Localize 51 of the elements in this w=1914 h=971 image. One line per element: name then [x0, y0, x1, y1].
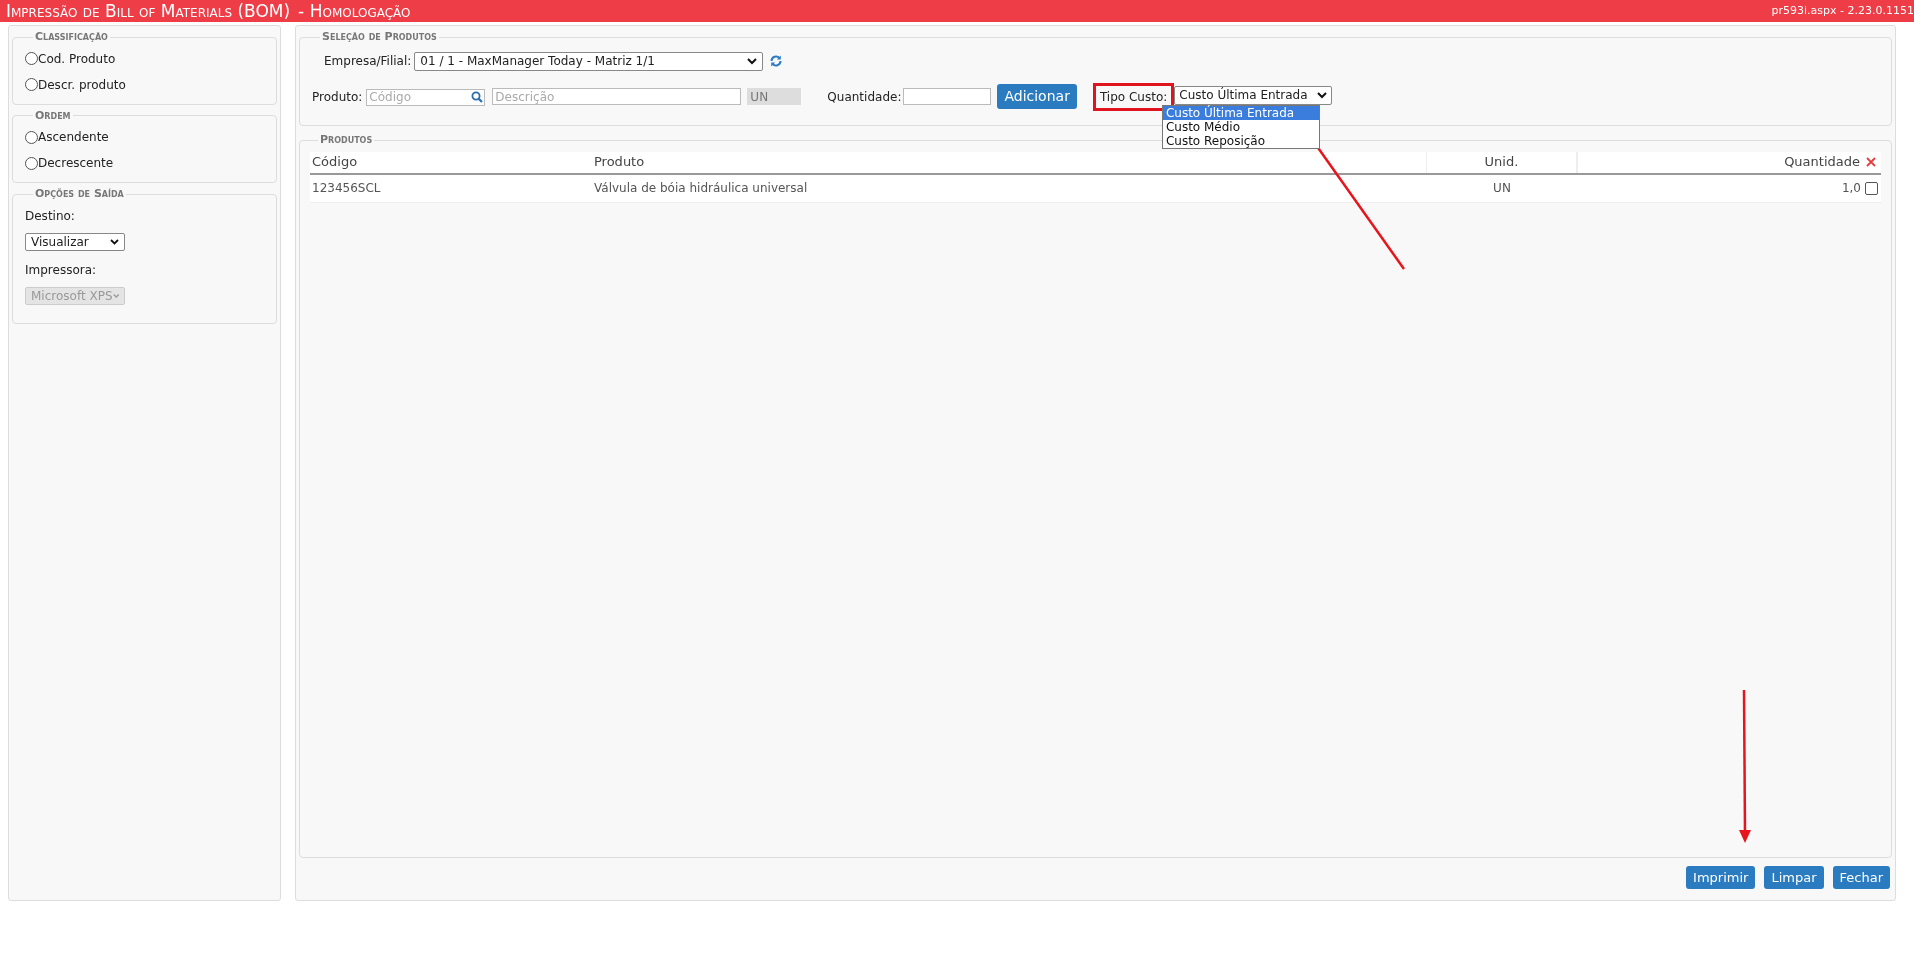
field-label: Empresa/Filial: — [324, 53, 412, 70]
section-title: Ordem — [34, 107, 72, 124]
section-title: Classificação — [34, 29, 109, 45]
search-icon[interactable] — [471, 91, 484, 103]
field-label: Quantidade: — [827, 88, 902, 106]
company-dropdown[interactable]: 01 / 1 - MaxManager Today - Matriz 1/1 — [414, 51, 764, 71]
radio-option[interactable]: Descr. produto — [25, 75, 264, 94]
delete-icon[interactable] — [1866, 157, 1876, 167]
radio-button[interactable] — [25, 156, 38, 170]
product-description-field[interactable]: Descrição — [492, 88, 742, 105]
column-header: Quantidade — [1784, 153, 1860, 172]
column-header: Código — [312, 153, 358, 172]
add-button[interactable]: Adicionar — [997, 84, 1077, 109]
chevron-down-icon — [110, 238, 119, 245]
column-header: Produto — [594, 153, 645, 172]
row-checkbox[interactable] — [1865, 181, 1878, 195]
field-label: Produto: — [312, 88, 363, 106]
action-button[interactable]: Limpar — [1764, 866, 1824, 889]
radio-option[interactable]: Ascendente — [25, 128, 264, 146]
table-cell-text: 123456SCL — [312, 180, 381, 197]
unit-field: UN — [747, 88, 802, 105]
radio-button[interactable] — [25, 52, 38, 65]
chevron-down-icon — [747, 57, 758, 65]
dropdown-field[interactable]: Visualizar — [25, 232, 125, 251]
section-title: Seleção de Produtos — [321, 29, 438, 45]
chevron-down-icon — [1317, 91, 1328, 99]
field-label: Destino: — [25, 207, 76, 225]
dropdown-option[interactable]: Custo Reposição — [1162, 133, 1319, 148]
section-title: Produtos — [319, 132, 374, 148]
table-row[interactable]: 123456SCL Válvula de bóia hidráulica universal UN 1,0 — [310, 174, 1881, 203]
radio-option[interactable]: Decrescente — [25, 154, 264, 172]
table-cell-text: UN — [1493, 180, 1511, 197]
action-button[interactable]: Fechar — [1832, 866, 1890, 889]
action-button[interactable]: Imprimir — [1686, 866, 1756, 889]
page-title: Impressão de Bill of Materials (BOM) — [6, 2, 291, 20]
environment-label: - Homologação — [298, 2, 411, 20]
radio-button[interactable] — [25, 130, 38, 144]
table-cell-text: 1,0 — [1841, 180, 1861, 197]
table-cell-text: Válvula de bóia hidráulica universal — [594, 180, 808, 197]
quantity-field[interactable] — [903, 88, 992, 105]
dropdown-option[interactable]: Custo Médio — [1162, 119, 1319, 134]
refresh-icon[interactable] — [769, 54, 784, 68]
column-header: Unid. — [1484, 153, 1519, 172]
radio-option[interactable]: Cod. Produto — [25, 49, 264, 68]
field-label: Impressora: — [25, 261, 98, 279]
product-code-field[interactable]: Código — [366, 88, 486, 106]
section-title: Opções de Saída — [34, 186, 125, 202]
chevron-down-icon — [112, 292, 119, 299]
version-label: pr593i.aspx - 2.23.0.1151 — [1771, 2, 1914, 19]
radio-button[interactable] — [25, 78, 38, 91]
cost-type-dropdown[interactable]: Custo Última Entrada — [1174, 85, 1333, 105]
